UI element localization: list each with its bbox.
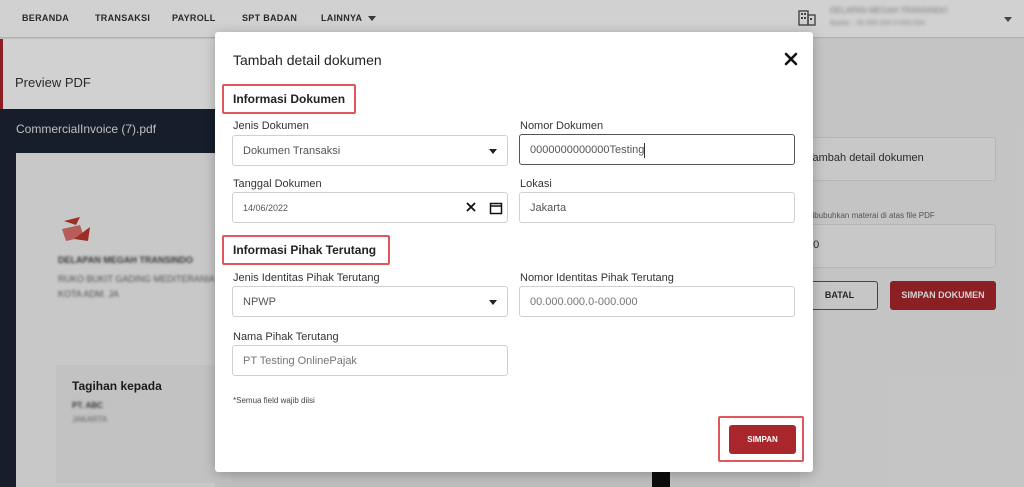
- section-title-informasi-dokumen: Informasi Dokumen: [233, 92, 346, 106]
- nama-pihak-field[interactable]: [232, 345, 508, 376]
- lokasi-label: Lokasi: [520, 178, 552, 190]
- modal-title: Tambah detail dokumen: [233, 52, 382, 68]
- nomor-dokumen-value: 0000000000000Testing: [530, 144, 645, 156]
- text-cursor: [644, 143, 645, 158]
- tanggal-dokumen-field[interactable]: 14/06/2022: [232, 192, 508, 223]
- tanggal-dokumen-label: Tanggal Dokumen: [233, 178, 322, 190]
- lokasi-value: Jakarta: [530, 202, 567, 214]
- chevron-down-icon: [489, 149, 497, 154]
- jenis-dokumen-value: Dokumen Transaksi: [243, 145, 341, 157]
- jenis-identitas-label: Jenis Identitas Pihak Terutang: [233, 272, 380, 284]
- section-title-informasi-pihak-terutang: Informasi Pihak Terutang: [233, 243, 377, 257]
- add-document-detail-modal: Tambah detail dokumen Informasi Dokumen …: [215, 32, 813, 472]
- nama-pihak-label: Nama Pihak Terutang: [233, 331, 339, 343]
- nomor-identitas-input[interactable]: [520, 287, 794, 316]
- nomor-identitas-field[interactable]: [519, 286, 795, 317]
- jenis-identitas-value: NPWP: [243, 296, 276, 308]
- nomor-dokumen-field[interactable]: 0000000000000Testing: [519, 134, 795, 165]
- clear-date-icon[interactable]: [465, 201, 477, 213]
- nomor-dokumen-label: Nomor Dokumen: [520, 120, 604, 132]
- chevron-down-icon: [489, 300, 497, 305]
- close-icon[interactable]: [783, 51, 799, 67]
- nama-pihak-input[interactable]: [233, 346, 507, 375]
- tanggal-dokumen-value: 14/06/2022: [243, 203, 289, 213]
- jenis-dokumen-label: Jenis Dokumen: [233, 120, 309, 132]
- nomor-identitas-label: Nomor Identitas Pihak Terutang: [520, 272, 674, 284]
- jenis-dokumen-select[interactable]: Dokumen Transaksi: [232, 135, 508, 166]
- lokasi-field[interactable]: Jakarta: [519, 192, 795, 223]
- simpan-button[interactable]: SIMPAN: [729, 425, 796, 454]
- jenis-identitas-select[interactable]: NPWP: [232, 286, 508, 317]
- calendar-icon[interactable]: [489, 201, 503, 215]
- required-fields-note: *Semua field wajib diisi: [233, 396, 315, 405]
